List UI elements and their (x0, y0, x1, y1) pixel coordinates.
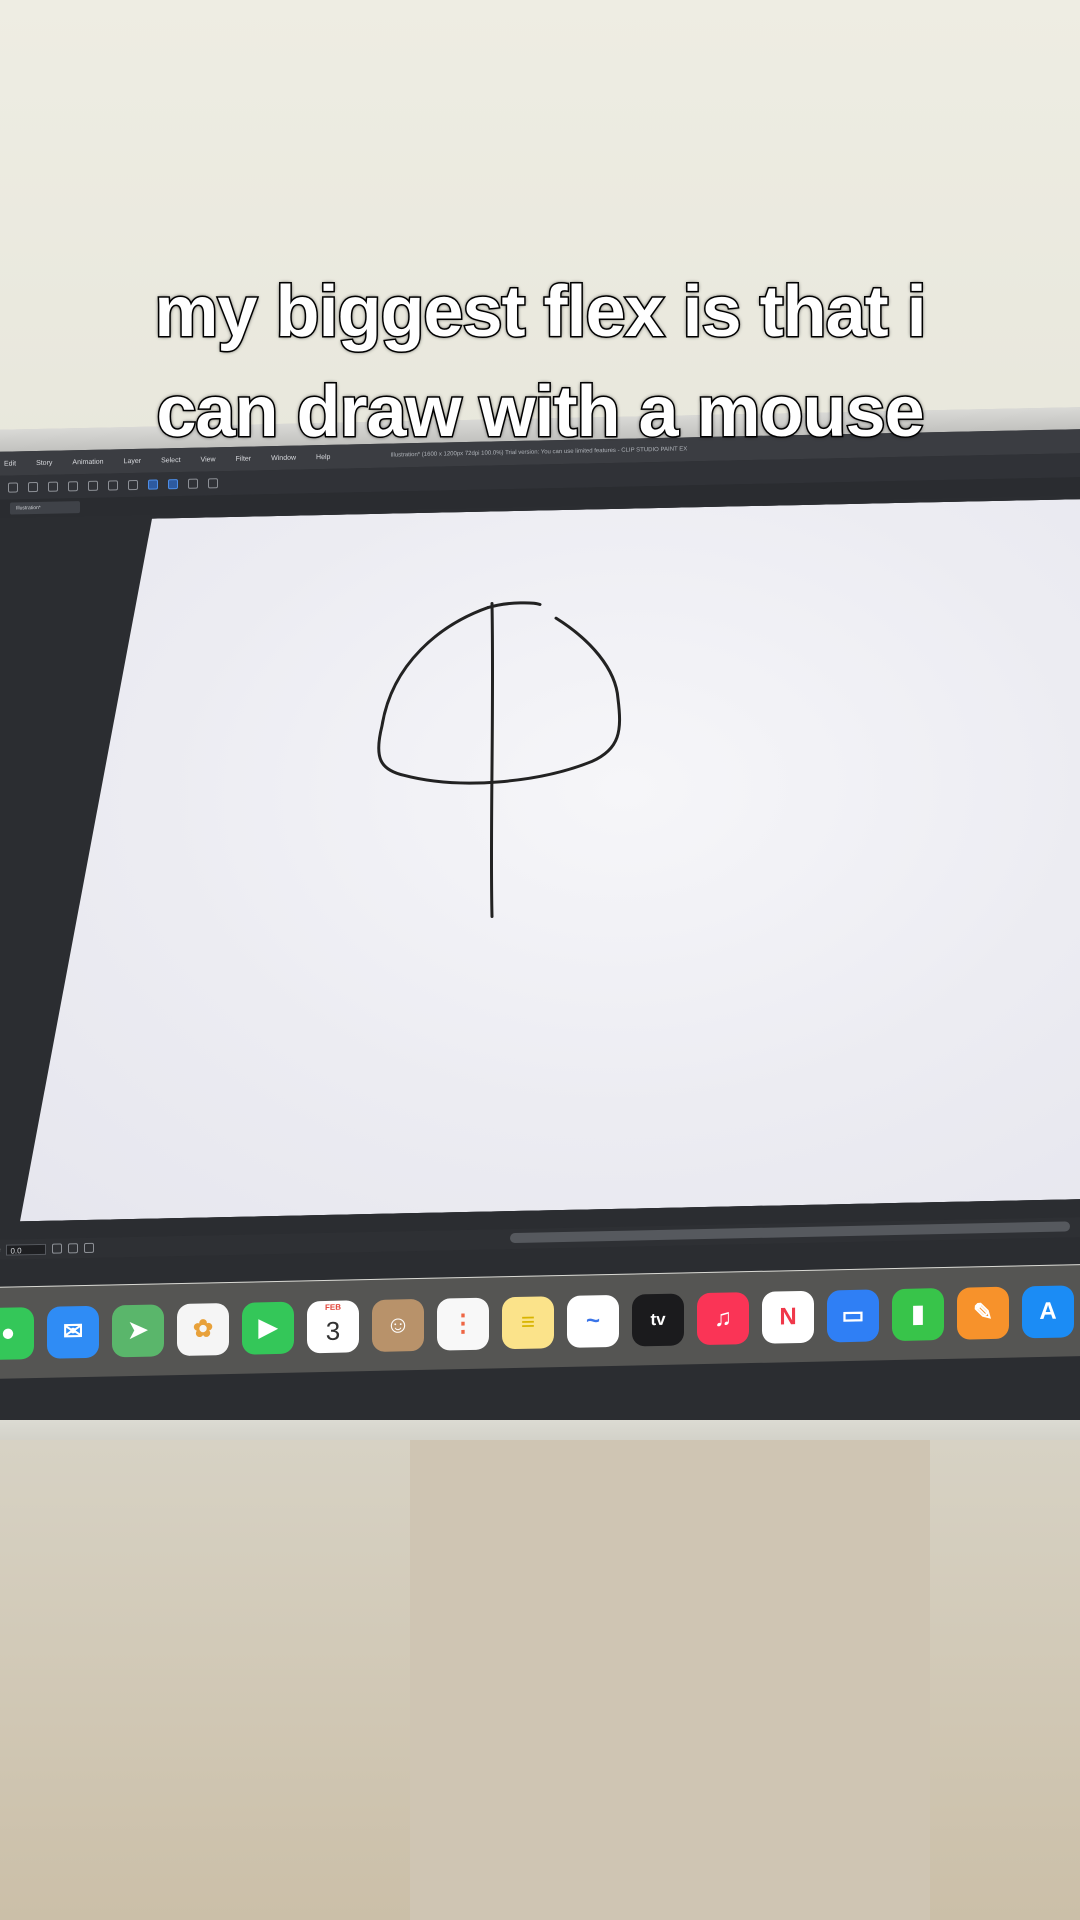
maps-icon[interactable]: ➤ (112, 1303, 164, 1357)
screen: Edit Story Animation Layer Select View F… (0, 428, 1080, 1463)
drawn-circle (379, 605, 620, 785)
status-bar: # 0.0 (0, 1216, 1080, 1260)
drawn-vertical-line (491, 603, 492, 916)
apple-tv-icon[interactable]: tv (632, 1292, 684, 1347)
numbers-icon[interactable]: ▮ (892, 1287, 944, 1341)
tab-illustration[interactable]: Illustration* (10, 501, 80, 515)
room-background (0, 1440, 1080, 1920)
save-icon[interactable] (48, 481, 58, 492)
app-store-icon[interactable]: A (1022, 1284, 1074, 1338)
undo-icon[interactable] (68, 481, 78, 492)
video-caption: my biggest flex is that i can draw with … (0, 262, 1080, 462)
horizontal-scrollbar[interactable] (510, 1221, 1070, 1244)
rotate-right-icon[interactable] (68, 1243, 79, 1254)
messages-icon[interactable]: ● (0, 1306, 34, 1360)
new-file-icon[interactable] (8, 482, 18, 493)
mail-icon[interactable]: ✉ (47, 1305, 99, 1359)
photos-icon[interactable]: ✿ (177, 1302, 229, 1356)
notes-icon[interactable]: ≡ (502, 1295, 554, 1349)
zoom-field[interactable]: 0.0 (6, 1243, 47, 1256)
transform-icon[interactable] (128, 479, 138, 491)
rotate-left-icon[interactable] (52, 1243, 63, 1254)
snap-ruler-icon[interactable] (148, 479, 158, 490)
reminders-icon[interactable]: ⋮ (437, 1297, 489, 1351)
calendar-month: FEB (325, 1302, 341, 1312)
clear-icon[interactable] (108, 480, 118, 491)
dock: ● ✉ ➤ ✿ ▶ FEB 3 ☺ ⋮ ≡ ~ tv ♫ N ▭ ▮ ✎ A (0, 1263, 1080, 1380)
snap-grid-icon[interactable] (168, 479, 178, 490)
music-icon[interactable]: ♫ (697, 1291, 749, 1345)
room-panel (410, 1440, 930, 1920)
layer-icon[interactable] (188, 478, 198, 489)
news-icon[interactable]: N (762, 1290, 814, 1344)
redo-icon[interactable] (88, 480, 98, 491)
pages-icon[interactable]: ✎ (957, 1286, 1009, 1340)
settings-icon[interactable] (208, 478, 218, 489)
drawn-circle-top (488, 602, 540, 607)
caption-line-2: can draw with a mouse (155, 371, 926, 454)
apple-tv-label: tv (650, 1309, 666, 1329)
keynote-icon[interactable]: ▭ (827, 1288, 879, 1342)
calendar-day: 3 (325, 1315, 341, 1346)
drawing-canvas[interactable] (20, 498, 1080, 1221)
calendar-icon[interactable]: FEB 3 (307, 1299, 359, 1353)
caption-line-1: my biggest flex is that i (153, 271, 928, 354)
reset-view-icon[interactable] (84, 1242, 95, 1254)
freeform-icon[interactable]: ~ (567, 1294, 619, 1348)
open-file-icon[interactable] (28, 481, 38, 493)
canvas-drawing (20, 498, 1080, 1221)
facetime-icon[interactable]: ▶ (242, 1301, 294, 1355)
contacts-icon[interactable]: ☺ (372, 1298, 424, 1352)
monitor: Edit Story Animation Layer Select View F… (0, 406, 1080, 1463)
